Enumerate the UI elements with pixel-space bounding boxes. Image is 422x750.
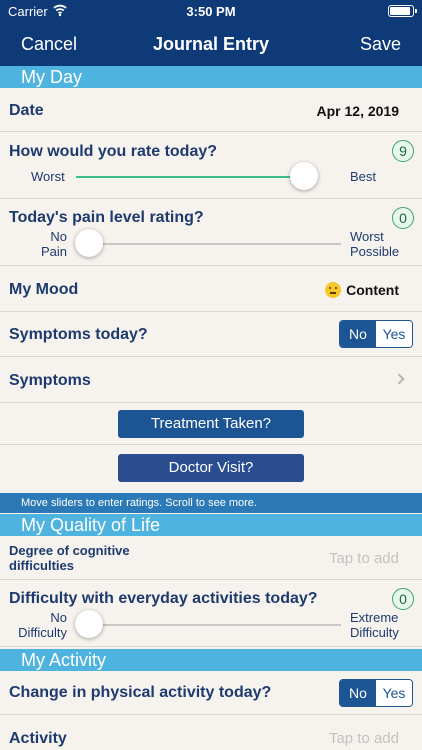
date-label: Date [9, 102, 44, 119]
symptoms-row[interactable]: Symptoms [0, 357, 422, 403]
everyday-value-badge: 0 [392, 588, 414, 610]
everyday-min-label-1: No [50, 610, 67, 625]
date-value[interactable]: Apr 12, 2019 [317, 103, 400, 119]
treatment-row: Treatment Taken? [0, 403, 422, 445]
activity-placeholder[interactable]: Tap to add [329, 730, 399, 747]
everyday-max-label-1: Extreme [350, 610, 399, 625]
hint-banner: Move sliders to enter ratings. Scroll to… [0, 493, 422, 513]
status-bar: Carrier 3:50 PM [0, 0, 422, 22]
cognitive-placeholder[interactable]: Tap to add [329, 550, 399, 567]
treatment-taken-button[interactable]: Treatment Taken? [118, 410, 304, 438]
rate-today-value-badge: 9 [392, 140, 414, 162]
section-header-my-activity: My Activity [0, 649, 422, 671]
nav-row: Cancel Journal Entry Save [0, 26, 422, 62]
cancel-button[interactable]: Cancel [21, 34, 77, 55]
pain-level-label: Today's pain level rating? [9, 209, 204, 226]
everyday-difficulty-label: Difficulty with everyday activities toda… [9, 590, 318, 607]
pain-min-label-2: Pain [40, 244, 67, 259]
mood-row[interactable]: My Mood Content [0, 266, 422, 312]
save-button[interactable]: Save [360, 34, 401, 55]
doctor-row: Doctor Visit? [0, 445, 422, 491]
pain-level-value-badge: 0 [392, 207, 414, 229]
symptoms-yes-option[interactable]: Yes [376, 321, 412, 347]
pain-max-label-2: Possible [350, 244, 400, 259]
symptoms-no-option[interactable]: No [340, 321, 376, 347]
chevron-right-icon [393, 373, 405, 385]
symptoms-today-toggle[interactable]: No Yes [339, 320, 413, 348]
physical-no-option[interactable]: No [340, 680, 376, 706]
everyday-min-label-2: Difficulty [18, 625, 67, 640]
pain-slider-track[interactable] [90, 243, 341, 245]
everyday-slider-thumb[interactable] [75, 610, 103, 638]
doctor-visit-button[interactable]: Doctor Visit? [118, 454, 304, 482]
cognitive-row[interactable]: Degree of cognitive difficulties Tap to … [0, 536, 422, 580]
cognitive-label-line1: Degree of cognitive [9, 543, 130, 558]
symptoms-label: Symptoms [9, 372, 91, 389]
activity-label: Activity [9, 730, 67, 747]
pain-max-label-1: Worst [350, 229, 384, 244]
physical-activity-label: Change in physical activity today? [9, 684, 272, 701]
status-time: 3:50 PM [186, 4, 236, 19]
rate-min-label: Worst [31, 169, 65, 184]
cognitive-label-line2: difficulties [9, 558, 75, 573]
physical-yes-option[interactable]: Yes [376, 680, 412, 706]
physical-activity-toggle[interactable]: No Yes [339, 679, 413, 707]
rate-today-label: How would you rate today? [9, 143, 218, 160]
rate-today-row: How would you rate today? 9 Worst Best [0, 132, 422, 199]
slightly-smiling-face-icon [325, 282, 341, 298]
section-header-quality-of-life: My Quality of Life [0, 514, 422, 536]
battery-icon [388, 5, 417, 17]
everyday-difficulty-row: Difficulty with everyday activities toda… [0, 580, 422, 647]
mood-label: My Mood [9, 281, 79, 298]
everyday-slider-track[interactable] [90, 624, 341, 626]
rate-slider-track[interactable] [76, 176, 304, 178]
pain-min-label-1: No [50, 229, 67, 244]
pain-slider-thumb[interactable] [75, 229, 103, 257]
date-row[interactable]: Date Apr 12, 2019 [0, 88, 422, 132]
physical-activity-row: Change in physical activity today? No Ye… [0, 671, 422, 715]
activity-row[interactable]: Activity Tap to add [0, 715, 422, 750]
rate-slider-thumb[interactable] [290, 162, 318, 190]
navigation-bar: Carrier 3:50 PM Cancel Journal Entry Sav… [0, 0, 422, 66]
mood-value[interactable]: Content [346, 282, 399, 298]
rate-max-label: Best [350, 169, 377, 184]
symptoms-today-label: Symptoms today? [9, 326, 148, 343]
symptoms-today-row: Symptoms today? No Yes [0, 312, 422, 357]
section-header-my-day: My Day [0, 66, 422, 88]
pain-level-row: Today's pain level rating? 0 No Pain Wor… [0, 199, 422, 266]
everyday-max-label-2: Difficulty [350, 625, 399, 640]
